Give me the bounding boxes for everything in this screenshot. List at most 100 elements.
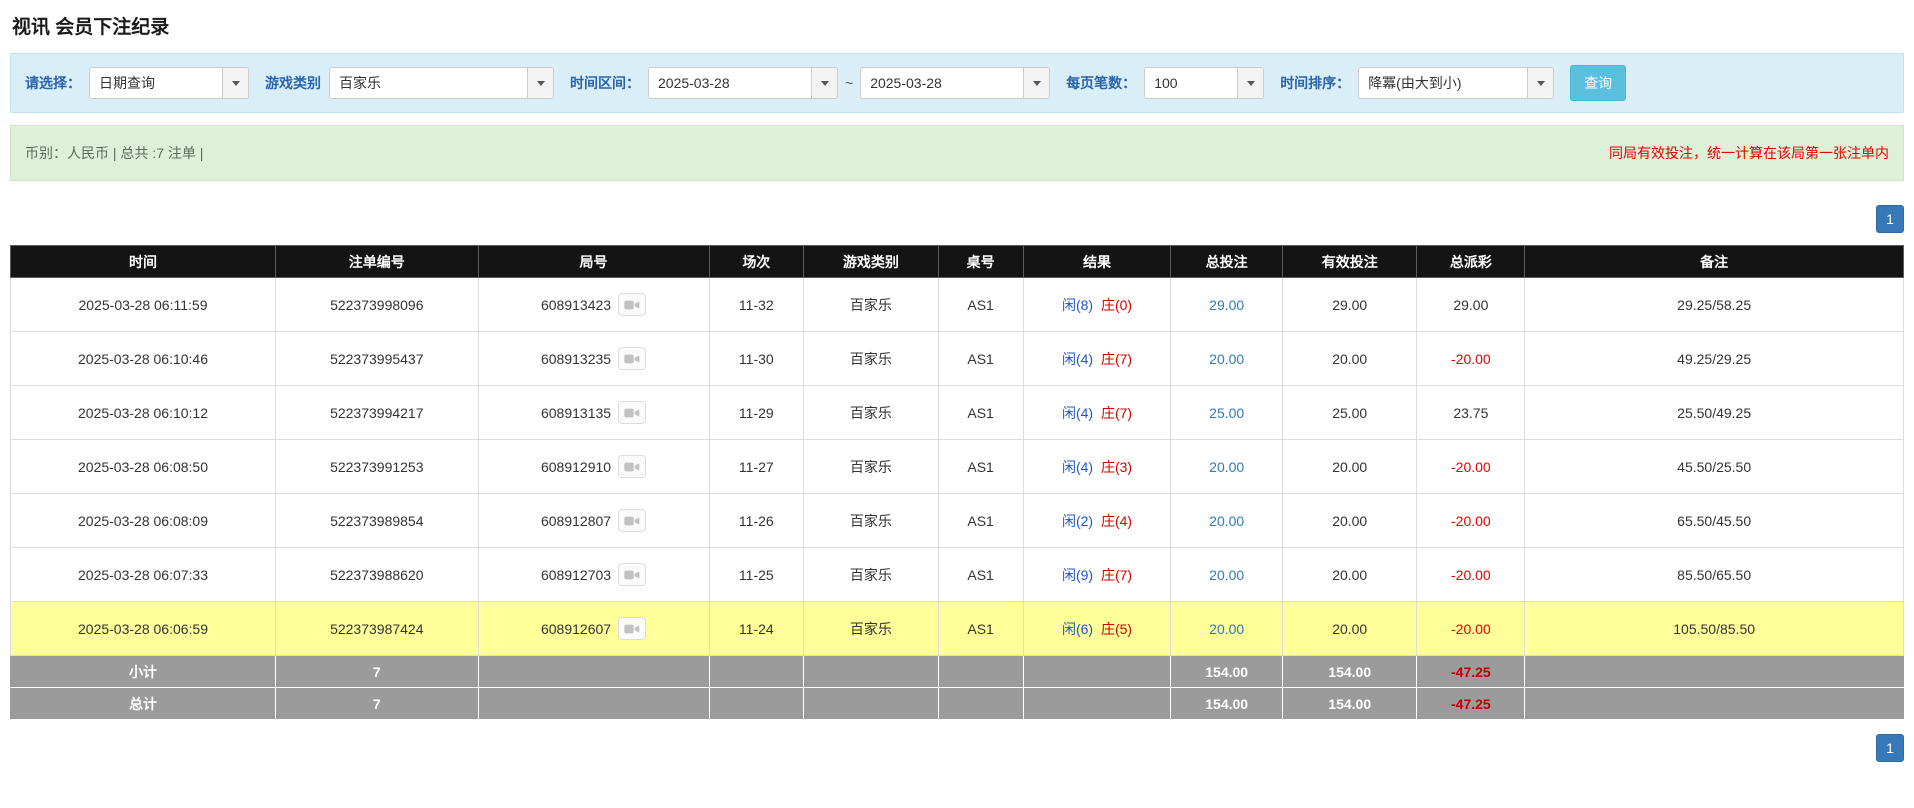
result-player: 闲(4) bbox=[1061, 458, 1094, 475]
video-replay-button[interactable] bbox=[618, 617, 647, 640]
cell-result: 闲(4) 庄(7) bbox=[1022, 385, 1172, 440]
cell-time: 2025-03-28 06:07:33 bbox=[9, 547, 277, 602]
table-row: 2025-03-28 06:06:59 522373987424 6089126… bbox=[9, 601, 1904, 656]
empty-cell bbox=[937, 655, 1024, 688]
cell-total-payout: 29.00 bbox=[1416, 277, 1526, 332]
page-size-select[interactable] bbox=[1144, 67, 1265, 99]
page-1-button[interactable]: 1 bbox=[1876, 205, 1904, 233]
total-bet-link[interactable]: 20.00 bbox=[1209, 351, 1244, 367]
header-session: 场次 bbox=[708, 245, 805, 278]
chevron-down-icon bbox=[536, 80, 545, 86]
table-row: 2025-03-28 06:10:12 522373994217 6089131… bbox=[9, 385, 1904, 440]
header-table-no: 桌号 bbox=[937, 245, 1024, 278]
total-count: 7 bbox=[275, 687, 479, 720]
video-replay-button[interactable] bbox=[618, 293, 647, 316]
game-type-label: 游戏类别 bbox=[265, 75, 321, 91]
bet-records-table: 时间 注单编号 局号 场次 游戏类别 桌号 结果 总投注 有效投注 总派彩 备注… bbox=[9, 245, 1904, 720]
cell-total-payout: -20.00 bbox=[1416, 493, 1526, 548]
table-header-row: 时间 注单编号 局号 场次 游戏类别 桌号 结果 总投注 有效投注 总派彩 备注 bbox=[9, 245, 1904, 278]
empty-cell bbox=[1022, 687, 1172, 720]
query-type-dropdown-button[interactable] bbox=[222, 68, 248, 98]
table-row: 2025-03-28 06:08:09 522373989854 6089128… bbox=[9, 493, 1904, 548]
result-player: 闲(8) bbox=[1061, 296, 1094, 313]
video-replay-button[interactable] bbox=[618, 455, 647, 478]
empty-cell bbox=[803, 687, 939, 720]
cell-total-bet: 25.00 bbox=[1170, 385, 1284, 440]
cell-result: 闲(8) 庄(0) bbox=[1022, 277, 1172, 332]
header-round-id: 局号 bbox=[477, 245, 710, 278]
table-row: 2025-03-28 06:11:59 522373998096 6089134… bbox=[9, 277, 1904, 332]
result-banker: 庄(7) bbox=[1100, 404, 1133, 421]
video-camera-icon bbox=[624, 624, 640, 633]
cell-total-bet: 20.00 bbox=[1170, 493, 1284, 548]
time-sort-input[interactable] bbox=[1359, 68, 1528, 98]
video-camera-icon bbox=[624, 570, 640, 579]
cell-remark: 49.25/29.25 bbox=[1524, 331, 1904, 386]
query-type-select[interactable] bbox=[89, 67, 249, 99]
time-sort-dropdown-button[interactable] bbox=[1527, 68, 1554, 98]
summary-notice-text: 同局有效投注，统一计算在该局第一张注单内 bbox=[1609, 145, 1889, 161]
date-from-dropdown-button[interactable] bbox=[811, 68, 837, 98]
page-size-dropdown-button[interactable] bbox=[1237, 68, 1264, 98]
chevron-down-icon bbox=[231, 80, 240, 86]
page-size-input[interactable] bbox=[1145, 68, 1238, 98]
cell-result: 闲(2) 庄(4) bbox=[1022, 493, 1172, 548]
empty-cell bbox=[937, 687, 1024, 720]
time-sort-label: 时间排序： bbox=[1280, 75, 1351, 91]
total-bet-link[interactable]: 20.00 bbox=[1209, 567, 1244, 583]
page-1-button[interactable]: 1 bbox=[1876, 734, 1904, 762]
result-banker: 庄(5) bbox=[1100, 620, 1133, 637]
currency-total-text: 币别：人民币 | 总共 :7 注单 | bbox=[25, 145, 204, 161]
cell-game-type: 百家乐 bbox=[803, 547, 939, 602]
cell-session: 11-26 bbox=[708, 493, 805, 548]
date-to-input[interactable] bbox=[861, 68, 1024, 98]
cell-table-no: AS1 bbox=[937, 493, 1024, 548]
search-button[interactable]: 查询 bbox=[1570, 65, 1627, 101]
total-bet-link[interactable]: 25.00 bbox=[1209, 405, 1244, 421]
result-banker: 庄(3) bbox=[1100, 458, 1133, 475]
total-bet-link[interactable]: 20.00 bbox=[1209, 621, 1244, 637]
cell-total-payout: -20.00 bbox=[1416, 547, 1526, 602]
empty-cell bbox=[803, 655, 939, 688]
video-replay-button[interactable] bbox=[618, 347, 647, 370]
game-type-input[interactable] bbox=[330, 68, 527, 98]
video-replay-button[interactable] bbox=[618, 509, 647, 532]
time-sort-select[interactable] bbox=[1358, 67, 1555, 99]
page-size-label: 每页笔数： bbox=[1066, 75, 1137, 91]
result-banker: 庄(7) bbox=[1100, 350, 1133, 367]
cell-remark: 85.50/65.50 bbox=[1524, 547, 1904, 602]
cell-round-id: 608913423 bbox=[477, 277, 710, 332]
cell-session: 11-27 bbox=[708, 439, 805, 494]
date-to-select[interactable] bbox=[860, 67, 1051, 99]
cell-bet-id: 522373994217 bbox=[275, 385, 479, 440]
page-title: 视讯 会员下注纪录 bbox=[12, 17, 170, 38]
cell-result: 闲(9) 庄(7) bbox=[1022, 547, 1172, 602]
date-to-dropdown-button[interactable] bbox=[1023, 68, 1050, 98]
empty-cell bbox=[1022, 655, 1172, 688]
cell-game-type: 百家乐 bbox=[803, 331, 939, 386]
subtotal-label: 小计 bbox=[9, 655, 277, 688]
header-result: 结果 bbox=[1022, 245, 1172, 278]
total-bet-link[interactable]: 20.00 bbox=[1209, 459, 1244, 475]
subtotal-total-bet: 154.00 bbox=[1170, 655, 1284, 688]
total-bet-link[interactable]: 29.00 bbox=[1209, 297, 1244, 313]
query-type-input[interactable] bbox=[90, 68, 222, 98]
empty-cell bbox=[477, 687, 710, 720]
game-type-select[interactable] bbox=[329, 67, 554, 99]
cell-total-bet: 20.00 bbox=[1170, 331, 1284, 386]
date-from-input[interactable] bbox=[649, 68, 811, 98]
cell-remark: 25.50/49.25 bbox=[1524, 385, 1904, 440]
date-from-select[interactable] bbox=[648, 67, 838, 99]
total-bet-link[interactable]: 20.00 bbox=[1209, 513, 1244, 529]
round-id-text: 608913135 bbox=[540, 404, 612, 421]
game-type-dropdown-button[interactable] bbox=[527, 68, 553, 98]
cell-game-type: 百家乐 bbox=[803, 601, 939, 656]
video-replay-button[interactable] bbox=[618, 563, 647, 586]
chevron-down-icon bbox=[1246, 80, 1255, 86]
round-id-text: 608912807 bbox=[540, 512, 612, 529]
chevron-down-icon bbox=[1032, 80, 1041, 86]
cell-time: 2025-03-28 06:10:12 bbox=[9, 385, 277, 440]
cell-time: 2025-03-28 06:08:09 bbox=[9, 493, 277, 548]
cell-result: 闲(4) 庄(7) bbox=[1022, 331, 1172, 386]
video-replay-button[interactable] bbox=[618, 401, 647, 424]
